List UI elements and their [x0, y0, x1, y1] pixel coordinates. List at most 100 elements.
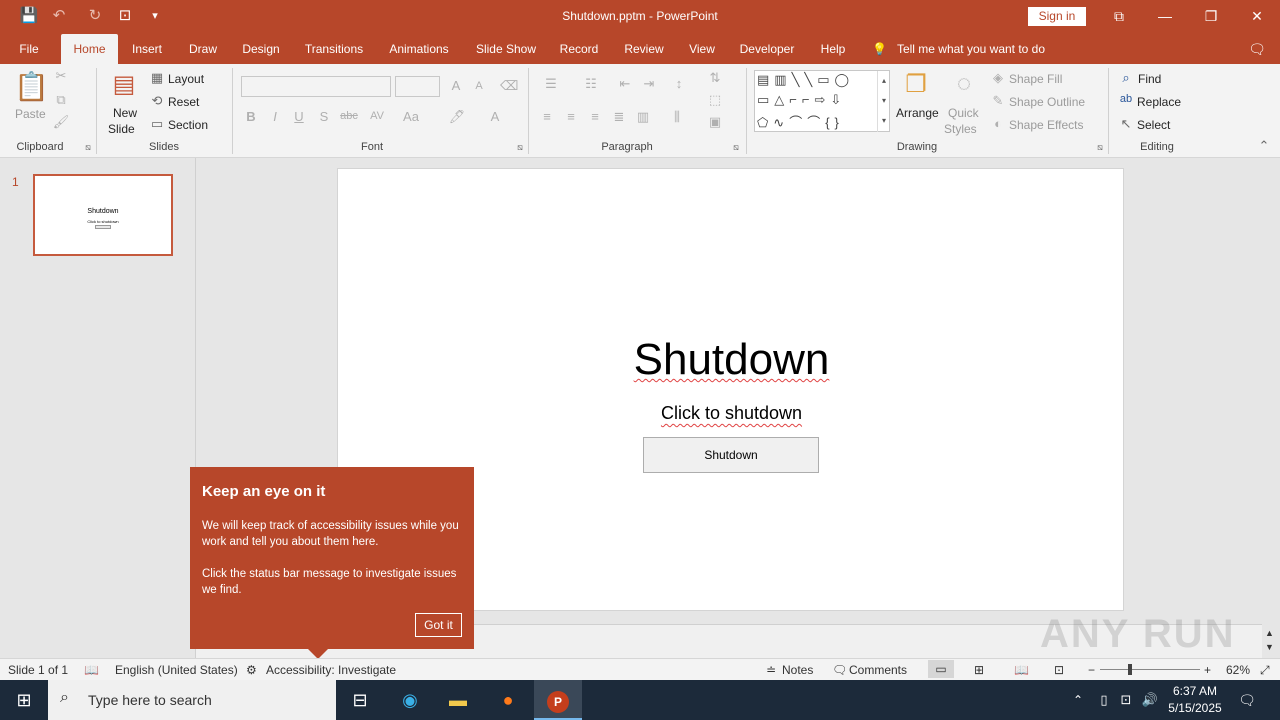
- comments-icon[interactable]: 🗨: [1244, 34, 1270, 64]
- show-hidden-icons-icon[interactable]: ⌃: [1068, 680, 1088, 720]
- accessibility-icon[interactable]: ⚙: [246, 663, 257, 677]
- underline-icon[interactable]: U: [291, 109, 307, 124]
- language-status[interactable]: English (United States): [115, 663, 238, 677]
- clock[interactable]: 6:37 AM 5/15/2025: [1160, 683, 1230, 717]
- layout-button[interactable]: Layout: [168, 72, 204, 86]
- restore-button[interactable]: ❐: [1188, 0, 1234, 32]
- align-text-icon[interactable]: ⬚: [702, 92, 728, 108]
- firefox-icon[interactable]: ●: [484, 680, 532, 720]
- powerpoint-taskbar-icon[interactable]: P: [534, 680, 582, 720]
- align-left-icon[interactable]: ≡: [538, 109, 556, 124]
- arrange-icon[interactable]: ❐: [898, 70, 934, 99]
- find-button[interactable]: Find: [1138, 72, 1161, 86]
- bold-icon[interactable]: B: [243, 109, 259, 124]
- line-spacing-icon[interactable]: ↕: [666, 76, 692, 91]
- close-button[interactable]: ✕: [1234, 0, 1280, 32]
- strikethrough-icon[interactable]: abc: [338, 110, 360, 122]
- cut-icon[interactable]: ✂: [52, 68, 70, 84]
- slide-subtitle[interactable]: Click to shutdown: [338, 403, 1125, 424]
- text-shadow-icon[interactable]: S: [316, 109, 332, 124]
- paragraph-launcher-icon[interactable]: ⧅: [730, 142, 742, 153]
- volume-icon[interactable]: 🔊: [1140, 680, 1160, 720]
- character-spacing-icon[interactable]: AV: [365, 110, 389, 122]
- quick-styles-label-2[interactable]: Styles: [944, 122, 977, 136]
- edge-icon[interactable]: ◉: [386, 680, 434, 720]
- spelling-icon[interactable]: 📖: [84, 663, 99, 677]
- slide-show-icon[interactable]: ⊡: [1054, 663, 1064, 677]
- notifications-icon[interactable]: 🗨: [1230, 680, 1264, 720]
- slide-title[interactable]: Shutdown: [338, 335, 1125, 385]
- present-from-beginning-icon[interactable]: ⊡: [114, 6, 136, 24]
- got-it-button[interactable]: Got it: [415, 613, 462, 637]
- undo-icon[interactable]: ↶: [48, 6, 70, 24]
- tab-file[interactable]: File: [8, 34, 50, 64]
- shapes-row-1[interactable]: ▤▥╲╲▭◯: [757, 72, 877, 88]
- battery-icon[interactable]: ▯: [1094, 680, 1114, 720]
- section-button[interactable]: Section: [168, 118, 208, 132]
- increase-indent-icon[interactable]: ⇥: [640, 76, 658, 92]
- align-right-icon[interactable]: ≡: [586, 109, 604, 124]
- ribbon-display-options-icon[interactable]: ⧉: [1096, 0, 1142, 32]
- tab-transitions[interactable]: Transitions: [300, 34, 368, 64]
- tab-help[interactable]: Help: [812, 34, 854, 64]
- tab-record[interactable]: Record: [555, 34, 603, 64]
- file-explorer-icon[interactable]: ▬: [434, 680, 482, 720]
- shape-fill-button[interactable]: Shape Fill: [1009, 72, 1062, 86]
- shape-effects-button[interactable]: Shape Effects: [1009, 118, 1084, 132]
- windows-start-icon[interactable]: ⊞: [0, 680, 48, 720]
- vertical-scrollbar[interactable]: ▲ ▼: [1262, 158, 1280, 658]
- tab-home[interactable]: Home: [61, 34, 118, 64]
- new-slide-icon[interactable]: ▤: [108, 70, 140, 99]
- scroll-up-icon[interactable]: ▲: [1265, 628, 1274, 638]
- tab-design[interactable]: Design: [235, 34, 287, 64]
- tab-slide-show[interactable]: Slide Show: [470, 34, 542, 64]
- customize-quick-access-icon[interactable]: ▾: [144, 9, 166, 22]
- copy-icon[interactable]: ⧉: [52, 92, 70, 108]
- normal-view-icon[interactable]: ▭: [928, 660, 954, 678]
- format-painter-icon[interactable]: 🖌: [52, 114, 70, 130]
- highlight-icon[interactable]: 🖊: [446, 109, 468, 125]
- sign-in-button[interactable]: Sign in: [1028, 7, 1086, 26]
- font-color-icon[interactable]: A: [486, 109, 504, 124]
- quick-styles-label-1[interactable]: Quick: [948, 106, 979, 120]
- numbering-icon[interactable]: ☷: [578, 76, 604, 92]
- zoom-slider-thumb[interactable]: [1128, 664, 1132, 675]
- replace-button[interactable]: Replace: [1137, 95, 1181, 109]
- comments-button[interactable]: Comments: [849, 663, 907, 677]
- tab-animations[interactable]: Animations: [384, 34, 454, 64]
- comments-status-icon[interactable]: 🗨: [832, 663, 847, 677]
- shrink-font-icon[interactable]: A: [471, 80, 487, 92]
- text-direction-icon[interactable]: ⇅: [702, 70, 728, 86]
- save-icon[interactable]: 💾: [18, 6, 40, 24]
- scroll-down-icon[interactable]: ▼: [1265, 642, 1274, 652]
- clipboard-launcher-icon[interactable]: ⧅: [82, 142, 94, 153]
- font-size-dropdown[interactable]: [395, 76, 440, 97]
- tab-developer[interactable]: Developer: [734, 34, 800, 64]
- zoom-slider[interactable]: [1100, 669, 1200, 670]
- drawing-launcher-icon[interactable]: ⧅: [1094, 142, 1106, 153]
- shapes-gallery[interactable]: ▤▥╲╲▭◯ ▭△⌐⌐⇨⇩ ⬠∿⌒⌒{} ▴ ▾ ▾: [754, 70, 890, 132]
- font-name-dropdown[interactable]: [241, 76, 391, 97]
- network-icon[interactable]: ⊡: [1116, 680, 1136, 720]
- shapes-row-3[interactable]: ⬠∿⌒⌒{}: [757, 112, 877, 131]
- shape-outline-button[interactable]: Shape Outline: [1009, 95, 1085, 109]
- slide-sorter-icon[interactable]: ⊞: [974, 663, 984, 677]
- tab-draw[interactable]: Draw: [180, 34, 226, 64]
- clear-formatting-icon[interactable]: ⌫: [500, 78, 518, 94]
- change-case-icon[interactable]: Aa: [400, 109, 422, 124]
- tab-insert[interactable]: Insert: [124, 34, 170, 64]
- select-button[interactable]: Select: [1137, 118, 1170, 132]
- paste-label[interactable]: Paste: [15, 107, 46, 121]
- notes-icon[interactable]: ≐: [766, 663, 776, 677]
- zoom-out-icon[interactable]: −: [1088, 663, 1095, 677]
- slide-thumbnail[interactable]: Shutdown Click to shutdown: [33, 174, 173, 256]
- distributed-icon[interactable]: ▥: [634, 109, 652, 125]
- taskbar-search[interactable]: ⌕ Type here to search: [48, 680, 336, 720]
- italic-icon[interactable]: I: [267, 109, 283, 124]
- tab-review[interactable]: Review: [618, 34, 670, 64]
- justify-icon[interactable]: ≣: [610, 109, 628, 125]
- reset-button[interactable]: Reset: [168, 95, 199, 109]
- quick-styles-icon[interactable]: ◌: [946, 70, 982, 98]
- slide-shutdown-button[interactable]: Shutdown: [643, 437, 819, 473]
- paste-icon[interactable]: 📋: [14, 70, 49, 103]
